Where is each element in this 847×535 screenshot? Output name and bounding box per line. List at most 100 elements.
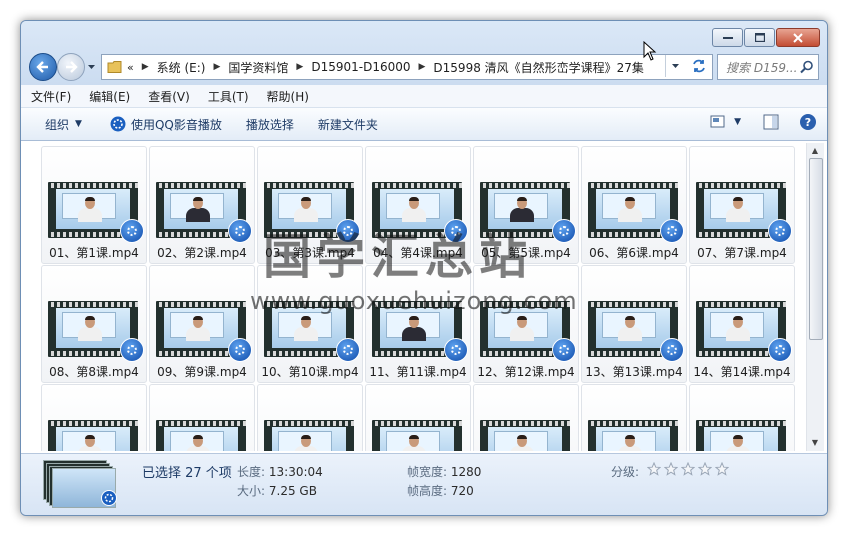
file-list-pane: 01、第1课.mp4 02、第2课.mp4 03、第3课.mp4 04、第4课.… (21, 141, 827, 453)
video-thumbnail (264, 420, 354, 451)
file-tile[interactable] (41, 384, 147, 451)
caption-buttons (711, 28, 820, 47)
video-thumbnail (588, 420, 678, 451)
qq-video-icon (228, 219, 252, 243)
play-selection-button[interactable]: 播放选择 (236, 112, 304, 136)
file-name: 08、第8课.mp4 (49, 365, 139, 379)
star-icon[interactable] (664, 462, 678, 476)
folder-icon (107, 60, 123, 74)
address-bar[interactable]: « ▶ 系统 (E:) ▶ 国学资料馆 ▶ D15901-D16000 ▶ D1… (101, 54, 713, 80)
vertical-scrollbar[interactable]: ▲ ▼ (806, 143, 824, 451)
file-tile[interactable] (365, 384, 471, 451)
qq-player-icon (110, 116, 126, 132)
menu-view[interactable]: 查看(V) (140, 88, 198, 105)
view-dropdown-icon[interactable]: ▼ (734, 117, 741, 127)
file-tile[interactable]: 03、第3课.mp4 (257, 146, 363, 264)
frame-width-label: 帧宽度: (407, 465, 448, 479)
chevron-right-icon[interactable]: ▶ (213, 62, 220, 72)
star-icon[interactable] (647, 462, 661, 476)
play-selection-label: 播放选择 (245, 117, 294, 132)
svg-text:?: ? (805, 116, 811, 129)
file-grid: 01、第1课.mp4 02、第2课.mp4 03、第3课.mp4 04、第4课.… (41, 146, 801, 451)
qq-video-icon (120, 338, 144, 362)
file-tile[interactable]: 05、第5课.mp4 (473, 146, 579, 264)
star-icon[interactable] (681, 462, 695, 476)
minimize-icon (722, 36, 733, 39)
qq-video-icon (228, 338, 252, 362)
organize-button[interactable]: 组织 ▼ (35, 112, 92, 136)
file-tile[interactable] (149, 384, 255, 451)
file-tile[interactable]: 08、第8课.mp4 (41, 265, 147, 383)
selected-count: 已选择 27 个项 (142, 466, 232, 481)
size-field: 大小: 7.25 GB (237, 482, 317, 499)
scroll-up-icon[interactable]: ▲ (810, 146, 820, 156)
frame-height-value: 720 (450, 484, 474, 498)
forward-arrow-icon (66, 61, 78, 73)
file-name: 10、第10课.mp4 (261, 365, 359, 379)
back-arrow-icon (36, 61, 48, 73)
minimize-button[interactable] (712, 28, 743, 47)
qq-video-icon (768, 338, 792, 362)
menu-help[interactable]: 帮助(H) (259, 88, 317, 105)
file-tile[interactable] (581, 384, 687, 451)
breadcrumb-overflow[interactable]: « (127, 61, 134, 74)
menu-bar: 文件(F) 编辑(E) 查看(V) 工具(T) 帮助(H) (21, 85, 827, 108)
menu-file[interactable]: 文件(F) (23, 88, 79, 105)
forward-button[interactable] (57, 53, 85, 81)
star-icon[interactable] (698, 462, 712, 476)
rating-stars[interactable] (647, 462, 729, 476)
menu-tools[interactable]: 工具(T) (200, 88, 257, 105)
chevron-right-icon[interactable]: ▶ (419, 62, 426, 72)
video-thumbnail (156, 420, 246, 451)
file-tile[interactable]: 13、第13课.mp4 (581, 265, 687, 383)
breadcrumb-current[interactable]: D15998 清风《自然形峦学课程》27集 (433, 59, 644, 76)
breadcrumb-drive[interactable]: 系统 (E:) (157, 59, 206, 76)
navigation-row: « ▶ 系统 (E:) ▶ 国学资料馆 ▶ D15901-D16000 ▶ D1… (29, 53, 819, 81)
file-tile[interactable] (257, 384, 363, 451)
file-tile[interactable] (689, 384, 795, 451)
close-button[interactable] (776, 28, 820, 47)
file-tile[interactable]: 04、第4课.mp4 (365, 146, 471, 264)
file-tile[interactable]: 01、第1课.mp4 (41, 146, 147, 264)
menu-edit[interactable]: 编辑(E) (81, 88, 138, 105)
maximize-button[interactable] (744, 28, 775, 47)
chevron-right-icon[interactable]: ▶ (142, 62, 149, 72)
new-folder-button[interactable]: 新建文件夹 (308, 112, 388, 136)
star-icon[interactable] (715, 462, 729, 476)
qq-video-icon (552, 219, 576, 243)
scroll-down-icon[interactable]: ▼ (810, 438, 820, 448)
size-value: 7.25 GB (268, 484, 317, 498)
file-tile[interactable]: 11、第11课.mp4 (365, 265, 471, 383)
qq-video-icon (336, 219, 360, 243)
file-tile[interactable]: 07、第7课.mp4 (689, 146, 795, 264)
video-thumbnail (48, 420, 138, 451)
file-name: 11、第11课.mp4 (369, 365, 467, 379)
length-field: 长度: 13:30:04 (237, 463, 323, 480)
preview-pane-icon[interactable] (763, 114, 779, 130)
maximize-icon (754, 33, 765, 42)
view-options-icon[interactable] (710, 115, 726, 129)
file-tile[interactable]: 14、第14课.mp4 (689, 265, 795, 383)
chevron-right-icon[interactable]: ▶ (296, 62, 303, 72)
search-box[interactable]: 搜索 D159... (717, 54, 819, 80)
breadcrumb-library[interactable]: 国学资料馆 (228, 59, 288, 76)
file-name: 01、第1课.mp4 (49, 246, 139, 260)
back-button[interactable] (29, 53, 57, 81)
play-with-qq-button[interactable]: 使用QQ影音播放 (100, 112, 232, 136)
file-tile[interactable]: 06、第6课.mp4 (581, 146, 687, 264)
file-tile[interactable] (473, 384, 579, 451)
breadcrumb-range[interactable]: D15901-D16000 (311, 60, 410, 74)
file-name: 07、第7课.mp4 (697, 246, 787, 260)
qq-video-icon (660, 338, 684, 362)
file-tile[interactable]: 10、第10课.mp4 (257, 265, 363, 383)
help-icon[interactable]: ? (799, 113, 817, 131)
refresh-icon[interactable] (691, 58, 707, 74)
file-tile[interactable]: 02、第2课.mp4 (149, 146, 255, 264)
search-input[interactable]: 搜索 D159... (718, 59, 800, 76)
search-icon[interactable] (800, 60, 814, 74)
file-tile[interactable]: 12、第12课.mp4 (473, 265, 579, 383)
scrollbar-thumb[interactable] (809, 158, 823, 340)
history-dropdown-icon[interactable] (87, 63, 96, 71)
address-dropdown-icon[interactable] (671, 62, 680, 70)
file-tile[interactable]: 09、第9课.mp4 (149, 265, 255, 383)
